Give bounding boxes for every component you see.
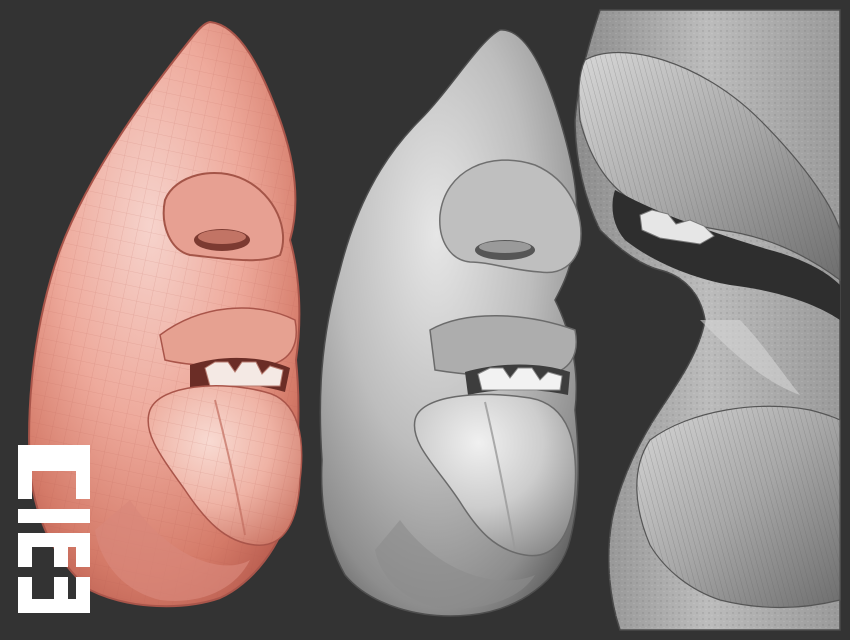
detailed-lips-closeup	[574, 9, 841, 631]
smooth-mouth-sculpt	[319, 29, 582, 617]
render-canvas	[0, 0, 850, 640]
sculpt-comparison-image	[18, 9, 841, 631]
